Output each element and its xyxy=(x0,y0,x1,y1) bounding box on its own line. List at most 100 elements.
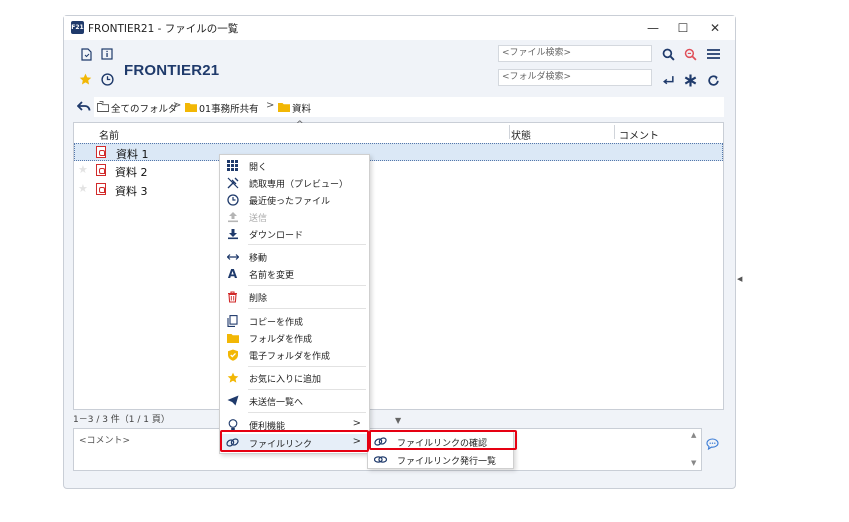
history-clock-icon[interactable] xyxy=(100,72,114,86)
menu-icon[interactable] xyxy=(706,47,720,61)
menu-item-label: 削除 xyxy=(249,294,268,304)
breadcrumb-current-folder[interactable]: 資料 xyxy=(292,101,311,115)
table-row[interactable]: ★ 資料 3 xyxy=(74,181,723,199)
shield-folder-icon xyxy=(226,348,239,361)
menu-item-send: 送信 xyxy=(220,208,369,225)
column-header-status[interactable]: 状態 xyxy=(511,127,531,142)
pdf-file-icon xyxy=(96,164,106,176)
document-icon[interactable] xyxy=(79,47,93,61)
title-bar: F21 FRONTIER21 - ファイルの一覧 — ☐ ✕ xyxy=(64,16,735,40)
menu-separator xyxy=(248,308,366,309)
table-row[interactable]: 資料 1 xyxy=(74,143,723,161)
minimize-button[interactable]: — xyxy=(638,18,668,38)
menu-item-label: お気に入りに追加 xyxy=(249,375,322,385)
grid-icon xyxy=(226,159,239,172)
column-divider[interactable] xyxy=(509,125,510,139)
menu-item-rename[interactable]: A 名前を変更 xyxy=(220,265,369,282)
menu-item-label: 読取専用（プレビュー） xyxy=(249,180,349,190)
move-icon xyxy=(226,250,239,263)
breadcrumb-separator: > xyxy=(173,100,182,111)
menu-item-label: 最近使ったファイル xyxy=(249,197,331,207)
menu-item-create-e-folder[interactable]: 電子フォルダを作成 xyxy=(220,346,369,363)
send-icon xyxy=(226,394,239,407)
table-row[interactable]: ★ 資料 2 xyxy=(74,162,723,180)
comment-bubble-icon[interactable] xyxy=(706,438,719,453)
menu-item-delete[interactable]: 削除 xyxy=(220,288,369,305)
favorites-star-icon[interactable] xyxy=(78,72,92,86)
file-name: 資料 3 xyxy=(115,185,148,198)
context-menu: 開く 読取専用（プレビュー） 最近使ったファイル 送信 ダウンロード 移動 A … xyxy=(219,154,370,454)
file-name: 資料 2 xyxy=(115,166,148,179)
menu-separator xyxy=(248,389,366,390)
menu-item-label: 電子フォルダを作成 xyxy=(249,352,331,362)
menu-item-label: フォルダを作成 xyxy=(249,335,313,345)
breadcrumb-separator: > xyxy=(266,100,275,111)
breadcrumb-office-shared[interactable]: 01事務所共有 xyxy=(199,101,259,115)
scroll-down-icon[interactable]: ▼ xyxy=(691,459,696,467)
highlight-check-file-link xyxy=(369,430,517,450)
status-text: 1－3 / 3 件（1 / 1 頁） xyxy=(73,415,170,425)
menu-item-label: コピーを作成 xyxy=(249,318,304,328)
menu-item-label: 名前を変更 xyxy=(249,271,295,281)
star-icon xyxy=(226,371,239,384)
brand-title: FRONTIER21 xyxy=(124,62,220,79)
upload-icon xyxy=(226,210,239,223)
window-title: FRONTIER21 - ファイルの一覧 xyxy=(88,23,239,35)
enter-icon[interactable] xyxy=(661,73,675,87)
link-list-icon xyxy=(374,453,387,466)
column-header-comment[interactable]: コメント xyxy=(619,127,659,142)
search-icon[interactable] xyxy=(661,47,675,61)
comment-placeholder: <コメント> xyxy=(79,436,131,446)
menu-item-download[interactable]: ダウンロード xyxy=(220,225,369,242)
asterisk-icon[interactable] xyxy=(683,73,697,87)
clock-icon xyxy=(226,193,239,206)
file-search-input[interactable]: <ファイル検索> xyxy=(498,45,652,62)
menu-item-move[interactable]: 移動 xyxy=(220,248,369,265)
folder-search-input[interactable]: <フォルダ検索> xyxy=(498,69,652,86)
menu-separator xyxy=(248,244,366,245)
file-list: 名前 ^ 状態 コメント 資料 1 ★ 資料 2 ★ 資料 3 ◀ xyxy=(73,120,742,410)
favorite-star-icon[interactable]: ★ xyxy=(78,182,88,195)
favorite-star-icon[interactable]: ★ xyxy=(78,163,88,176)
menu-item-label: 開く xyxy=(249,163,268,173)
close-button[interactable]: ✕ xyxy=(700,18,730,38)
maximize-button[interactable]: ☐ xyxy=(668,18,698,38)
pdf-file-icon xyxy=(96,146,106,158)
scroll-up-icon[interactable]: ▲ xyxy=(691,431,696,439)
rename-icon: A xyxy=(227,266,238,281)
column-divider[interactable] xyxy=(614,125,615,139)
trash-icon xyxy=(226,290,239,303)
menu-item-copy[interactable]: コピーを作成 xyxy=(220,312,369,329)
folder-icon xyxy=(226,331,239,344)
menu-item-recent-files[interactable]: 最近使ったファイル xyxy=(220,191,369,208)
search-clear-icon[interactable] xyxy=(683,47,697,61)
menu-item-readonly-preview[interactable]: 読取専用（プレビュー） xyxy=(220,174,369,191)
chevron-down-icon[interactable]: ▼ xyxy=(395,416,401,425)
breadcrumb-all-folders[interactable]: 全てのフォルダ xyxy=(111,101,178,115)
menu-item-open[interactable]: 開く xyxy=(220,157,369,174)
menu-item-label: 未送信一覧へ xyxy=(249,398,304,408)
menu-item-label: ファイルリンク発行一覧 xyxy=(397,457,497,467)
folder-icon xyxy=(185,102,197,115)
info-icon[interactable] xyxy=(100,47,114,61)
menu-item-file-link-list[interactable]: ファイルリンク発行一覧 xyxy=(368,451,513,468)
menu-separator xyxy=(248,366,366,367)
menu-separator xyxy=(248,285,366,286)
menu-item-unsent-list[interactable]: 未送信一覧へ xyxy=(220,392,369,409)
app-window: F21 FRONTIER21 - ファイルの一覧 — ☐ ✕ FRONTIER2… xyxy=(63,15,742,489)
refresh-icon[interactable] xyxy=(706,73,720,87)
pdf-file-icon xyxy=(96,183,106,195)
collapse-panel-icon[interactable]: ◀ xyxy=(737,275,742,283)
download-icon xyxy=(226,227,239,240)
menu-separator xyxy=(248,412,366,413)
menu-item-create-folder[interactable]: フォルダを作成 xyxy=(220,329,369,346)
menu-item-label: 送信 xyxy=(249,214,268,224)
column-header-name[interactable]: 名前 xyxy=(99,127,119,142)
back-arrow-icon[interactable] xyxy=(77,99,91,113)
sort-indicator: ^ xyxy=(296,120,304,130)
all-folders-icon xyxy=(97,101,109,115)
copy-icon xyxy=(226,314,239,327)
breadcrumb: 全てのフォルダ > 01事務所共有 > 資料 xyxy=(94,97,724,117)
readonly-icon xyxy=(226,176,239,189)
menu-item-add-favorite[interactable]: お気に入りに追加 xyxy=(220,369,369,386)
